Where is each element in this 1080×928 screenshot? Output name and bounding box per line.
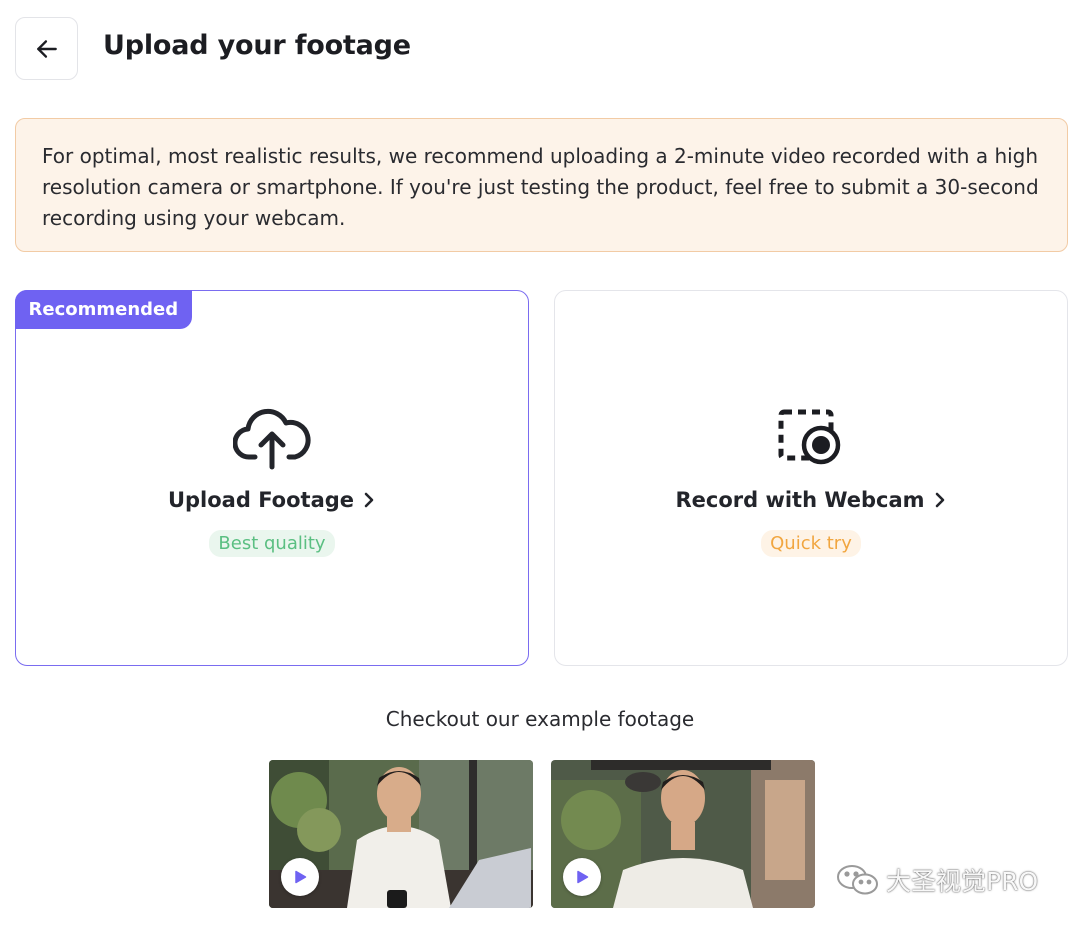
example-video-2[interactable] bbox=[551, 760, 815, 908]
arrow-left-icon bbox=[36, 39, 57, 58]
play-button[interactable] bbox=[281, 858, 319, 896]
back-button[interactable] bbox=[15, 17, 78, 80]
recommended-badge: Recommended bbox=[14, 289, 193, 329]
record-webcam-text: Record with Webcam bbox=[675, 488, 925, 512]
play-icon bbox=[577, 870, 589, 884]
example-video-1[interactable] bbox=[269, 760, 533, 908]
recommendation-notice: For optimal, most realistic results, we … bbox=[15, 118, 1068, 252]
webcam-record-icon bbox=[771, 403, 851, 473]
quick-try-tag: Quick try bbox=[761, 530, 861, 557]
play-button[interactable] bbox=[563, 858, 601, 896]
upload-footage-text: Upload Footage bbox=[167, 488, 355, 512]
play-icon bbox=[295, 870, 307, 884]
watermark-text: 大圣视觉PRO bbox=[886, 867, 1039, 896]
record-webcam-card[interactable]: Record with Webcam Quick try bbox=[554, 290, 1068, 666]
examples-title: Checkout our example footage bbox=[385, 707, 695, 731]
upload-footage-card[interactable]: Recommended Upload Footage Best quality bbox=[14, 289, 529, 666]
wechat-icon bbox=[837, 865, 878, 895]
upload-footage-page: Upload your footage For optimal, most re… bbox=[0, 0, 1080, 928]
best-quality-tag: Best quality bbox=[209, 530, 335, 557]
chevron-right-icon bbox=[935, 492, 944, 508]
watermark: 大圣视觉PRO bbox=[836, 862, 1038, 898]
record-webcam-label: Record with Webcam bbox=[555, 488, 1067, 512]
cloud-upload-icon bbox=[232, 403, 312, 473]
chevron-right-icon bbox=[364, 492, 374, 508]
upload-footage-label: Upload Footage bbox=[16, 488, 528, 512]
page-title: Upload your footage bbox=[103, 30, 411, 61]
